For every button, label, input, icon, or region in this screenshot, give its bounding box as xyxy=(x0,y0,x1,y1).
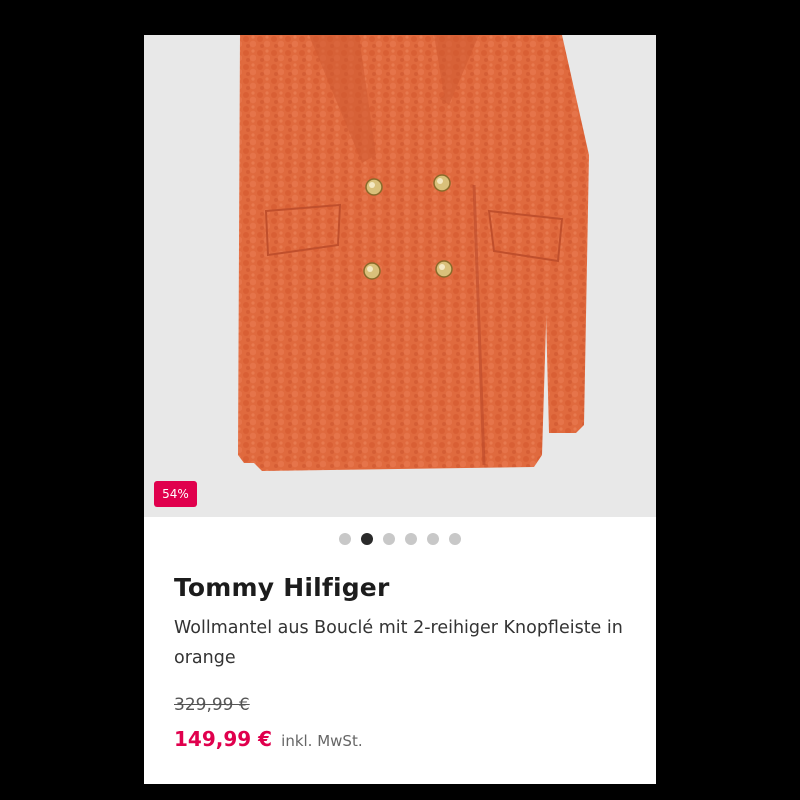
product-title[interactable]: Wollmantel aus Bouclé mit 2-reihiger Kno… xyxy=(174,613,644,673)
product-card[interactable]: 54% Tommy Hilfiger Wollmantel aus Bouclé… xyxy=(144,35,656,784)
carousel-dot-4[interactable] xyxy=(405,533,417,545)
carousel-dot-5[interactable] xyxy=(427,533,439,545)
discount-badge: 54% xyxy=(154,481,197,507)
brand-name[interactable]: Tommy Hilfiger xyxy=(174,573,390,602)
original-price: 329,99 € xyxy=(174,695,250,715)
carousel-dot-1[interactable] xyxy=(339,533,351,545)
carousel-dots xyxy=(144,533,656,547)
product-image-gallery[interactable]: 54% xyxy=(144,35,656,517)
carousel-dot-6[interactable] xyxy=(449,533,461,545)
price-row: 149,99 € inkl. MwSt. xyxy=(174,727,363,751)
carousel-dot-2-active[interactable] xyxy=(361,533,373,545)
carousel-dot-3[interactable] xyxy=(383,533,395,545)
vat-note: inkl. MwSt. xyxy=(281,732,363,750)
product-image[interactable] xyxy=(144,35,656,517)
sale-price: 149,99 € xyxy=(174,727,273,751)
